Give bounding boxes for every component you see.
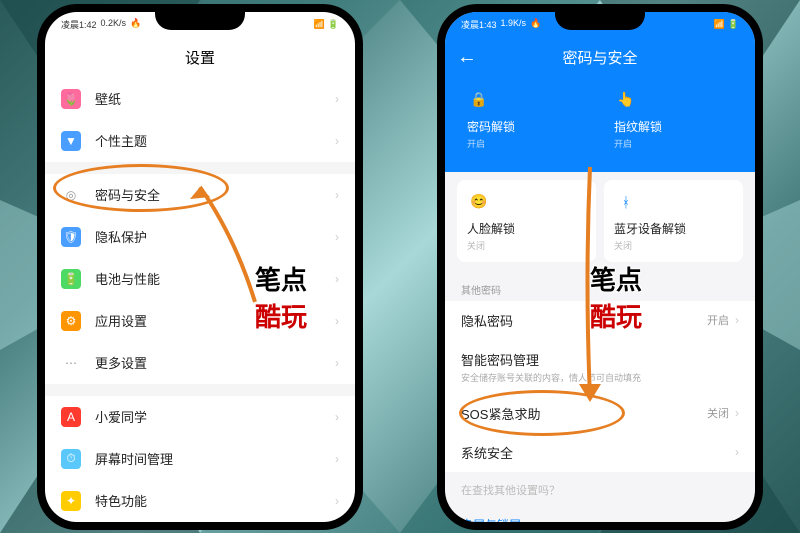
- card-bluetooth-unlock[interactable]: ᚼ蓝牙设备解锁关闭: [604, 180, 743, 262]
- header: 设置: [45, 38, 355, 78]
- item-password-security[interactable]: ◎密码与安全›: [45, 174, 355, 216]
- status-time: 凌晨1:43: [461, 18, 497, 31]
- chevron-right-icon: ›: [335, 314, 339, 328]
- phone-left: 凌晨1:42 0.2K/s 🔥 📶 🔋 设置 🌷壁纸› ▼个性主题› ◎密码与安…: [37, 4, 363, 530]
- more-icon: ⋯: [61, 353, 81, 373]
- status-speed: 0.2K/s: [101, 18, 127, 31]
- chevron-right-icon: ›: [335, 92, 339, 106]
- chevron-right-icon: ›: [335, 230, 339, 244]
- chevron-right-icon: ›: [735, 445, 739, 459]
- features-icon: ✦: [61, 491, 81, 511]
- chevron-right-icon: ›: [335, 494, 339, 508]
- chevron-right-icon: ›: [335, 410, 339, 424]
- item-theme[interactable]: ▼个性主题›: [45, 120, 355, 162]
- item-screentime[interactable]: ⏱屏幕时间管理›: [45, 438, 355, 480]
- item-wallpaper[interactable]: 🌷壁纸›: [45, 78, 355, 120]
- privacy-icon: 🛡: [61, 227, 81, 247]
- card-fingerprint-unlock[interactable]: 👆指纹解锁开启: [604, 78, 743, 160]
- page-title: 密码与安全: [562, 47, 637, 68]
- item-sos[interactable]: SOS紧急求助关闭›: [445, 394, 755, 433]
- phone-right: 凌晨1:43 1.9K/s 🔥 📶 🔋 ← 密码与安全 🔒密码解锁开启 👆指纹解…: [437, 4, 763, 530]
- lock-icon: 🔒: [467, 88, 491, 112]
- screentime-icon: ⏱: [61, 449, 81, 469]
- battery-icon: 🔋: [728, 19, 739, 30]
- settings-list[interactable]: 🌷壁纸› ▼个性主题› ◎密码与安全› 🛡隐私保护› 🔋电池与性能› ⚙应用设置…: [45, 78, 355, 522]
- battery-icon: 🔋: [328, 19, 339, 30]
- page-title: 设置: [185, 47, 215, 68]
- security-icon: ◎: [61, 185, 81, 205]
- theme-icon: ▼: [61, 131, 81, 151]
- chevron-right-icon: ›: [735, 313, 739, 327]
- section-title: 其他密码: [445, 274, 755, 301]
- status-speed: 1.9K/s: [501, 18, 527, 31]
- header: ← 密码与安全: [445, 38, 755, 78]
- item-apps[interactable]: ⚙应用设置›: [45, 300, 355, 342]
- item-smart-password[interactable]: 智能密码管理安全储存账号关联的内容，情人节可自动填充: [445, 340, 755, 394]
- face-icon: 😊: [467, 190, 491, 214]
- apps-icon: ⚙: [61, 311, 81, 331]
- back-button[interactable]: ←: [457, 46, 477, 69]
- fingerprint-icon: 👆: [614, 88, 638, 112]
- search-hint: 在查找其他设置吗？: [445, 472, 755, 508]
- card-password-unlock[interactable]: 🔒密码解锁开启: [457, 78, 596, 160]
- chevron-right-icon: ›: [335, 188, 339, 202]
- wallpaper-icon: 🌷: [61, 89, 81, 109]
- chevron-right-icon: ›: [335, 452, 339, 466]
- link-lockscreen[interactable]: 息屏与锁屏: [445, 508, 755, 522]
- status-flame-icon: 🔥: [530, 18, 541, 31]
- signal-icon: 📶: [714, 19, 725, 30]
- item-privacy[interactable]: 🛡隐私保护›: [45, 216, 355, 258]
- item-xiaoai[interactable]: A小爱同学›: [45, 396, 355, 438]
- item-battery[interactable]: 🔋电池与性能›: [45, 258, 355, 300]
- xiaoai-icon: A: [61, 407, 81, 427]
- item-privacy-password[interactable]: 隐私密码开启›: [445, 301, 755, 340]
- chevron-right-icon: ›: [335, 134, 339, 148]
- item-features[interactable]: ✦特色功能›: [45, 480, 355, 522]
- status-time: 凌晨1:42: [61, 18, 97, 31]
- item-more[interactable]: ⋯更多设置›: [45, 342, 355, 384]
- notch: [555, 12, 645, 30]
- chevron-right-icon: ›: [735, 406, 739, 420]
- notch: [155, 12, 245, 30]
- screen-settings: 凌晨1:42 0.2K/s 🔥 📶 🔋 设置 🌷壁纸› ▼个性主题› ◎密码与安…: [45, 12, 355, 522]
- signal-icon: 📶: [314, 19, 325, 30]
- status-flame-icon: 🔥: [130, 18, 141, 31]
- bluetooth-icon: ᚼ: [614, 190, 638, 214]
- card-face-unlock[interactable]: 😊人脸解锁关闭: [457, 180, 596, 262]
- chevron-right-icon: ›: [335, 356, 339, 370]
- item-system-security[interactable]: 系统安全›: [445, 433, 755, 472]
- chevron-right-icon: ›: [335, 272, 339, 286]
- battery-icon: 🔋: [61, 269, 81, 289]
- screen-security: 凌晨1:43 1.9K/s 🔥 📶 🔋 ← 密码与安全 🔒密码解锁开启 👆指纹解…: [445, 12, 755, 522]
